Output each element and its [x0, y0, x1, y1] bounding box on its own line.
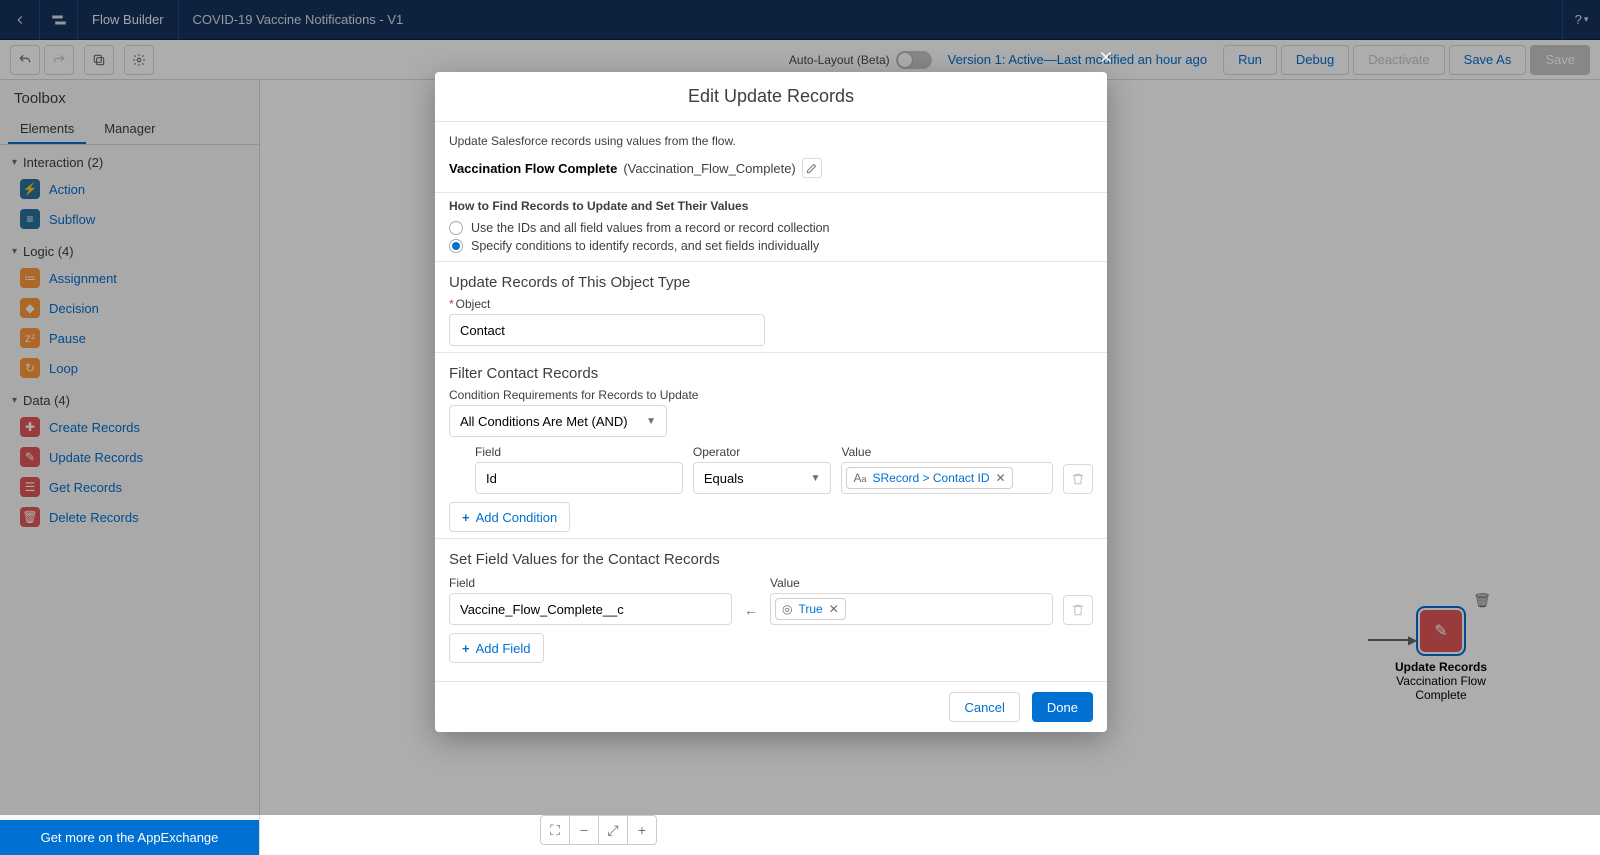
edit-update-records-modal: Edit Update Records Update Salesforce re…	[435, 72, 1107, 732]
modal-title: Edit Update Records	[435, 72, 1107, 122]
set-field-input[interactable]: Vaccine_Flow_Complete__c	[449, 593, 732, 625]
trash-icon	[1071, 472, 1085, 486]
done-button[interactable]: Done	[1032, 692, 1093, 722]
arrow-left-icon: ←	[742, 595, 760, 625]
add-condition-button[interactable]: +Add Condition	[449, 502, 570, 532]
pencil-icon	[806, 163, 817, 174]
chevron-down-icon: ▼	[811, 473, 821, 484]
remove-pill-button[interactable]: ✕	[829, 602, 839, 616]
radio-use-ids[interactable]: Use the IDs and all field values from a …	[449, 219, 1093, 237]
text-icon: Aa	[853, 471, 866, 485]
cancel-button[interactable]: Cancel	[949, 692, 1019, 722]
zoom-out-button[interactable]: −	[569, 815, 599, 845]
plus-icon: +	[462, 510, 470, 525]
add-field-button[interactable]: +Add Field	[449, 633, 544, 663]
cond-req-label: Condition Requirements for Records to Up…	[449, 388, 1093, 402]
cond-value-input[interactable]: AaSRecord > Contact ID✕	[841, 462, 1053, 494]
set-fields-section-title: Set Field Values for the Contact Records	[449, 551, 1093, 568]
global-constant-icon: ◎	[782, 602, 792, 616]
set-value-input[interactable]: ◎True✕	[770, 593, 1053, 625]
cond-operator-select[interactable]: Equals▼	[693, 462, 832, 494]
trash-icon	[1071, 603, 1085, 617]
zoom-in-button[interactable]: +	[627, 815, 657, 845]
close-button[interactable]	[1097, 48, 1115, 66]
element-name: Vaccination Flow Complete	[449, 161, 617, 176]
delete-condition-button[interactable]	[1063, 464, 1093, 494]
howto-title: How to Find Records to Update and Set Th…	[449, 199, 1093, 213]
cond-req-select[interactable]: All Conditions Are Met (AND) ▼	[449, 405, 667, 437]
object-input[interactable]: Contact	[449, 314, 765, 346]
delete-set-field-button[interactable]	[1063, 595, 1093, 625]
filter-section-title: Filter Contact Records	[449, 365, 1093, 382]
close-icon	[1097, 48, 1115, 66]
radio-icon	[449, 239, 463, 253]
radio-specify-conditions[interactable]: Specify conditions to identify records, …	[449, 237, 1093, 255]
edit-name-button[interactable]	[802, 158, 822, 178]
chevron-down-icon: ▼	[646, 416, 656, 427]
element-api-name: (Vaccination_Flow_Complete)	[623, 161, 795, 176]
zoom-reset-button[interactable]: ⤢	[598, 815, 628, 845]
appexchange-link[interactable]: Get more on the AppExchange	[0, 820, 259, 855]
remove-pill-button[interactable]: ✕	[996, 471, 1006, 485]
plus-icon: +	[462, 641, 470, 656]
fit-view-button[interactable]: ⛶	[540, 815, 570, 845]
modal-description: Update Salesforce records using values f…	[449, 134, 1093, 148]
radio-icon	[449, 221, 463, 235]
cond-field-input[interactable]: Id	[475, 462, 683, 494]
object-section-title: Update Records of This Object Type	[449, 274, 1093, 291]
object-label: Object	[449, 297, 765, 311]
